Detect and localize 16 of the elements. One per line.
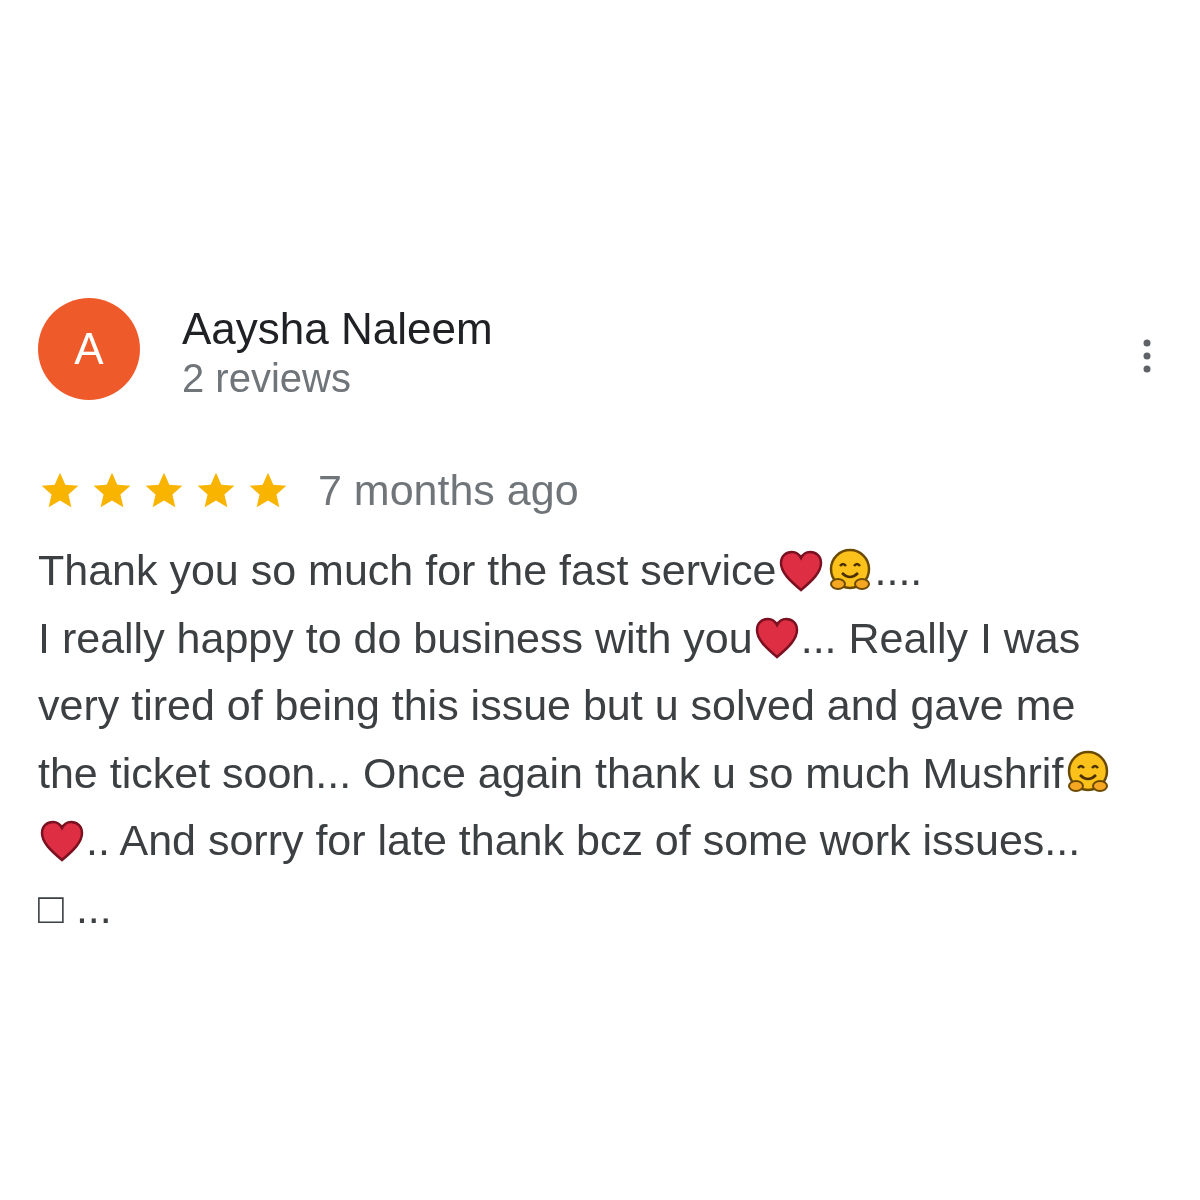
review-text: I really happy to do business with you bbox=[38, 613, 753, 663]
reviewer-name[interactable]: Aaysha Naleem bbox=[182, 304, 1142, 354]
heart-icon bbox=[778, 549, 823, 592]
review-text: □ ... bbox=[38, 883, 112, 933]
review-count: 2 reviews bbox=[182, 355, 352, 402]
heart-icon bbox=[754, 617, 799, 660]
review-text: .. And sorry for late thank bcz of some work issues... bbox=[86, 816, 1081, 866]
review-text: .... bbox=[874, 546, 923, 596]
more-options-icon[interactable] bbox=[1142, 338, 1152, 374]
avatar-initial: A bbox=[74, 324, 104, 374]
review-text: ... Really I was bbox=[800, 613, 1081, 663]
review-text: Thank you so much for the fast service bbox=[38, 546, 777, 596]
heart-icon bbox=[40, 819, 84, 862]
review-text: very tired of being this issue but u solved and gave me bbox=[38, 681, 1076, 731]
review-date: 7 months ago bbox=[318, 466, 579, 515]
review-text: the ticket soon... Once again thank u so much Mushrif bbox=[38, 748, 1064, 798]
